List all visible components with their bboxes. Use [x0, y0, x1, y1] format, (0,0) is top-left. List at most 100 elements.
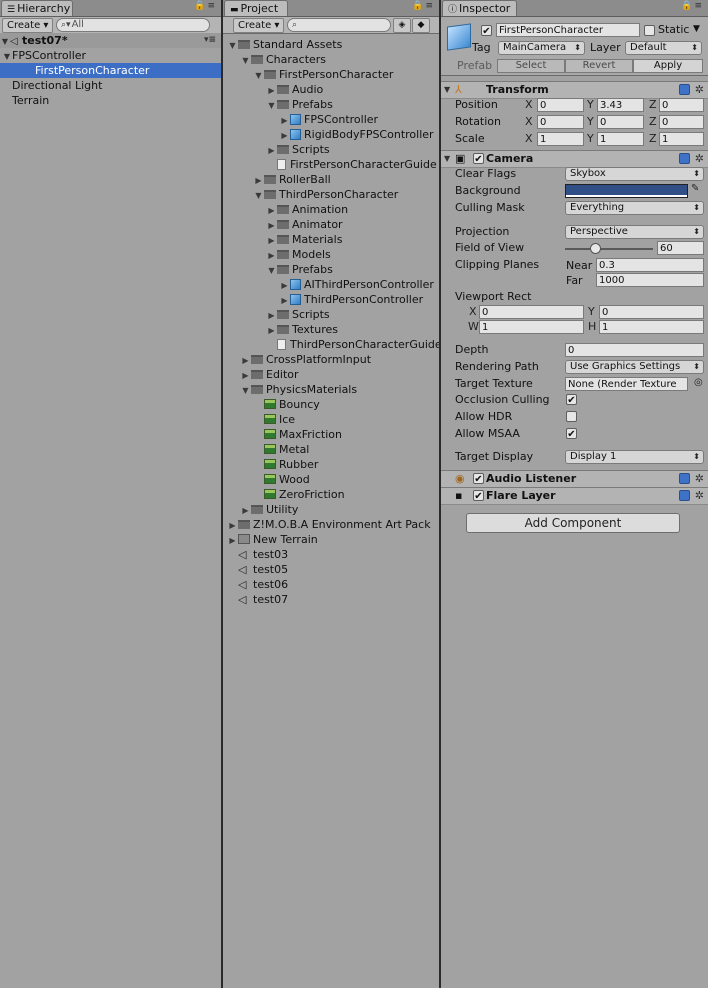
- fold-arrow-icon[interactable]: ▼: [444, 82, 450, 98]
- filter-by-label-icon[interactable]: ◆: [412, 18, 430, 33]
- collapse-arrow-icon[interactable]: ▶: [227, 518, 238, 533]
- project-item[interactable]: ▼ FirstPersonCharacter: [253, 67, 393, 82]
- help-book-icon[interactable]: [679, 153, 690, 164]
- hierarchy-item[interactable]: ▼ FPSController: [0, 48, 221, 63]
- prefab-apply-button[interactable]: Apply: [633, 59, 703, 73]
- occlusion-culling-checkbox[interactable]: ✔: [566, 394, 577, 406]
- static-dropdown-icon[interactable]: ▼: [693, 22, 700, 37]
- collapse-arrow-icon[interactable]: ▶: [279, 293, 290, 308]
- gameobject-name-field[interactable]: FirstPersonCharacter: [496, 23, 640, 37]
- collapse-arrow-icon[interactable]: ▶: [266, 248, 277, 263]
- project-item[interactable]: ▶ AIThirdPersonController: [279, 277, 433, 293]
- collapse-arrow-icon[interactable]: ▶: [266, 323, 277, 338]
- static-checkbox[interactable]: [644, 25, 655, 36]
- project-search-input[interactable]: ⌕: [287, 18, 391, 32]
- viewport-h-field[interactable]: 1: [599, 320, 704, 334]
- project-item[interactable]: ◁ test05: [227, 562, 288, 577]
- hierarchy-item[interactable]: Terrain: [0, 93, 221, 108]
- viewport-w-field[interactable]: 1: [479, 320, 584, 334]
- target-display-dropdown[interactable]: Display 1 ⬍: [565, 450, 704, 464]
- scale-y-field[interactable]: 1: [597, 132, 644, 146]
- collapse-arrow-icon[interactable]: ▶: [266, 83, 277, 98]
- project-item[interactable]: ▼ Standard Assets: [227, 37, 342, 52]
- project-item[interactable]: ◁ test06: [227, 577, 288, 592]
- project-item[interactable]: ▶ Models: [266, 247, 330, 263]
- project-item[interactable]: ThirdPersonCharacterGuide: [266, 337, 442, 352]
- project-item[interactable]: ▶ New Terrain: [227, 532, 317, 548]
- collapse-arrow-icon[interactable]: ▶: [266, 218, 277, 233]
- scene-menu-icon[interactable]: ▾≡: [204, 33, 216, 48]
- add-component-button[interactable]: Add Component: [466, 513, 680, 533]
- project-item[interactable]: ◁ test07: [227, 592, 288, 607]
- collapse-arrow-icon[interactable]: ▶: [279, 113, 290, 128]
- project-item[interactable]: ▶ Textures: [266, 322, 338, 337]
- fov-field[interactable]: 60: [657, 241, 704, 255]
- position-x-field[interactable]: 0: [537, 98, 584, 112]
- panel-menu-icon[interactable]: 🔒≡: [194, 1, 217, 11]
- project-item[interactable]: Wood: [253, 472, 310, 487]
- expand-arrow-icon[interactable]: ▼: [253, 188, 264, 203]
- inspector-tab[interactable]: ⓘ Inspector: [442, 0, 517, 16]
- projection-dropdown[interactable]: Perspective ⬍: [565, 225, 704, 239]
- project-item[interactable]: ▼ Prefabs: [266, 262, 332, 278]
- object-picker-icon[interactable]: ◎: [694, 377, 703, 388]
- collapse-arrow-icon[interactable]: ▶: [266, 203, 277, 218]
- layer-dropdown[interactable]: Default ⬍: [625, 41, 702, 55]
- depth-field[interactable]: 0: [565, 343, 704, 357]
- project-item[interactable]: ▼ PhysicsMaterials: [240, 382, 357, 397]
- collapse-arrow-icon[interactable]: ▶: [279, 278, 290, 293]
- fov-slider-track[interactable]: [565, 248, 653, 250]
- project-item[interactable]: Metal: [253, 442, 309, 457]
- background-color-field[interactable]: [565, 184, 688, 198]
- collapse-arrow-icon[interactable]: ▶: [240, 368, 251, 383]
- gameobject-active-checkbox[interactable]: ✔: [481, 25, 492, 37]
- position-z-field[interactable]: 0: [659, 98, 704, 112]
- scene-row[interactable]: ▼ ◁ test07* ▾≡: [0, 33, 221, 48]
- eyedropper-icon[interactable]: ✎: [691, 183, 699, 194]
- position-y-field[interactable]: 3.43: [597, 98, 644, 112]
- project-item[interactable]: ▶ ThirdPersonController: [279, 292, 423, 307]
- scale-z-field[interactable]: 1: [659, 132, 704, 146]
- viewport-y-field[interactable]: 0: [599, 305, 704, 319]
- project-item[interactable]: FirstPersonCharacterGuide: [266, 157, 437, 172]
- flare-layer-component-header[interactable]: ▪ ✔ Flare Layer ✲: [441, 487, 708, 505]
- collapse-arrow-icon[interactable]: ▶: [266, 308, 277, 323]
- hierarchy-create-button[interactable]: Create ▾: [2, 18, 54, 33]
- rotation-x-field[interactable]: 0: [537, 115, 584, 129]
- audio-listener-enabled-checkbox[interactable]: ✔: [473, 473, 484, 485]
- expand-arrow-icon[interactable]: ▼: [240, 53, 251, 68]
- project-item[interactable]: ▶ Animation: [266, 202, 348, 217]
- project-item[interactable]: ▼ ThirdPersonCharacter: [253, 187, 398, 202]
- project-create-button[interactable]: Create ▾: [233, 18, 285, 33]
- fov-slider-knob[interactable]: [590, 243, 601, 254]
- project-item[interactable]: ▶ Utility: [240, 502, 298, 517]
- project-item[interactable]: ▶ Z!M.O.B.A Environment Art Pack: [227, 517, 430, 533]
- collapse-arrow-icon[interactable]: ▶: [266, 143, 277, 158]
- prefab-select-button[interactable]: Select: [497, 59, 565, 73]
- inspector-panel-menu-icon[interactable]: 🔒≡: [681, 1, 704, 11]
- gear-icon[interactable]: ✲: [695, 471, 704, 487]
- help-book-icon[interactable]: [679, 473, 690, 484]
- collapse-arrow-icon[interactable]: ▶: [227, 533, 238, 548]
- collapse-arrow-icon[interactable]: ▶: [266, 233, 277, 248]
- project-item[interactable]: ▶ Animator: [266, 217, 342, 233]
- project-item[interactable]: ▶ Audio: [266, 82, 323, 97]
- expand-arrow-icon[interactable]: ▼: [2, 49, 12, 64]
- near-field[interactable]: 0.3: [596, 258, 704, 272]
- project-item[interactable]: ▶ Materials: [266, 232, 342, 247]
- expand-arrow-icon[interactable]: ▼: [240, 383, 251, 398]
- help-book-icon[interactable]: [679, 84, 690, 95]
- project-item[interactable]: Bouncy: [253, 397, 320, 412]
- gear-icon[interactable]: ✲: [695, 151, 704, 167]
- project-item[interactable]: ▶ Scripts: [266, 307, 329, 323]
- far-field[interactable]: 1000: [596, 273, 704, 287]
- rotation-z-field[interactable]: 0: [659, 115, 704, 129]
- viewport-x-field[interactable]: 0: [479, 305, 584, 319]
- project-item[interactable]: ▶ RollerBall: [253, 172, 330, 188]
- project-item[interactable]: ▶ Editor: [240, 367, 298, 383]
- hierarchy-item[interactable]: FirstPersonCharacter: [0, 63, 221, 78]
- collapse-arrow-icon[interactable]: ▶: [253, 173, 264, 188]
- expand-arrow-icon[interactable]: ▼: [266, 263, 277, 278]
- project-item[interactable]: ▶ Scripts: [266, 142, 329, 158]
- project-item[interactable]: ▼ Prefabs: [266, 97, 332, 112]
